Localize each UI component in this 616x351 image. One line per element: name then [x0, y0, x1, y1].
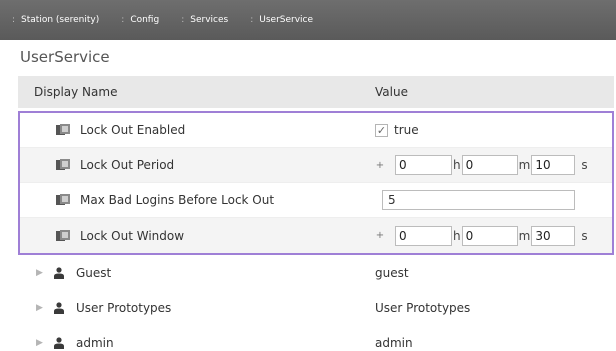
breadcrumb: : Station (serenity) : Config : Services : U… [0, 0, 616, 40]
table-header: Display Name Value [18, 76, 614, 108]
property-slot-icon [56, 159, 70, 171]
breadcrumb-separator-icon: : [12, 15, 16, 25]
hours-unit-label: h [453, 158, 461, 172]
breadcrumb-separator-icon: : [181, 15, 185, 25]
breadcrumb-label: Services [190, 15, 229, 25]
table-row-lock-out-period[interactable]: Lock Out Period + 0 h 0 m 10 s [20, 148, 612, 183]
breadcrumb-item-userservice[interactable]: : UserService [250, 15, 313, 25]
seconds-unit-label: s [581, 228, 588, 243]
lock-out-enabled-value: true [394, 123, 419, 137]
property-name: Max Bad Logins Before Lock Out [80, 193, 275, 207]
user-name: User Prototypes [76, 300, 172, 315]
expand-arrow-icon[interactable]: ▶ [36, 338, 44, 348]
breadcrumb-separator-icon: : [121, 15, 125, 25]
minutes-unit-label: m [518, 158, 531, 172]
table-row-user[interactable]: ▶ User Prototypes User Prototypes [18, 290, 614, 325]
breadcrumb-item-config[interactable]: : Config [121, 15, 159, 25]
property-slot-icon [56, 229, 70, 242]
lock-out-window-seconds-input[interactable]: 30 [531, 225, 576, 246]
breadcrumb-label: UserService [259, 15, 314, 25]
user-value: User Prototypes [375, 300, 471, 315]
table-row-max-bad-logins[interactable]: Max Bad Logins Before Lock Out 5 [20, 183, 612, 218]
hours-unit-label: h [453, 228, 461, 243]
breadcrumb-item-services[interactable]: : Services [181, 15, 228, 25]
lock-out-period-minutes-input[interactable]: 0 [461, 155, 518, 175]
page-title: UserService [20, 48, 110, 66]
minutes-unit-label: m [518, 228, 531, 243]
lock-out-period-hours-input[interactable]: 0 [395, 155, 452, 175]
user-name: Guest [76, 265, 112, 280]
breadcrumb-label: Station (serenity) [21, 15, 100, 25]
table-row-lock-out-enabled[interactable]: Lock Out Enabled ✓ true [20, 113, 612, 148]
table-row-user[interactable]: ▶ admin admin [18, 325, 614, 351]
user-value: admin [375, 335, 413, 350]
lock-out-enabled-checkbox[interactable]: ✓ [375, 123, 388, 137]
property-name: Lock Out Window [80, 228, 185, 243]
seconds-unit-label: s [581, 158, 588, 172]
lock-out-window-hours-input[interactable]: 0 [395, 225, 452, 246]
property-slot-icon [56, 194, 70, 206]
property-name: Lock Out Enabled [80, 123, 186, 137]
lock-out-window-minutes-input[interactable]: 0 [461, 225, 518, 246]
user-icon [54, 266, 64, 279]
table-row-user[interactable]: ▶ Guest guest [18, 255, 614, 290]
sign-toggle[interactable]: + [375, 160, 385, 171]
user-name: admin [76, 335, 114, 350]
expand-arrow-icon[interactable]: ▶ [36, 268, 44, 278]
expand-arrow-icon[interactable]: ▶ [36, 303, 44, 313]
property-name: Lock Out Period [80, 158, 175, 172]
user-value: guest [375, 265, 409, 280]
column-header-value[interactable]: Value [375, 85, 614, 99]
lock-out-period-seconds-input[interactable]: 10 [531, 155, 576, 175]
property-table: Display Name Value Lock Out Enabled ✓ tr… [18, 76, 614, 351]
max-bad-logins-input[interactable]: 5 [382, 190, 575, 210]
user-icon [54, 301, 64, 314]
column-header-display-name[interactable]: Display Name [18, 85, 375, 99]
sign-toggle[interactable]: + [375, 230, 385, 241]
property-slot-icon [56, 124, 70, 136]
table-row-lock-out-window[interactable]: Lock Out Window + 0 h 0 m 30 s [20, 218, 612, 253]
breadcrumb-item-station[interactable]: : Station (serenity) [12, 15, 99, 25]
checkmark-icon: ✓ [376, 123, 387, 137]
breadcrumb-label: Config [130, 15, 160, 25]
selected-properties-group: Lock Out Enabled ✓ true Lock Out Period … [18, 111, 614, 255]
user-icon [54, 336, 64, 349]
breadcrumb-separator-icon: : [250, 15, 254, 25]
